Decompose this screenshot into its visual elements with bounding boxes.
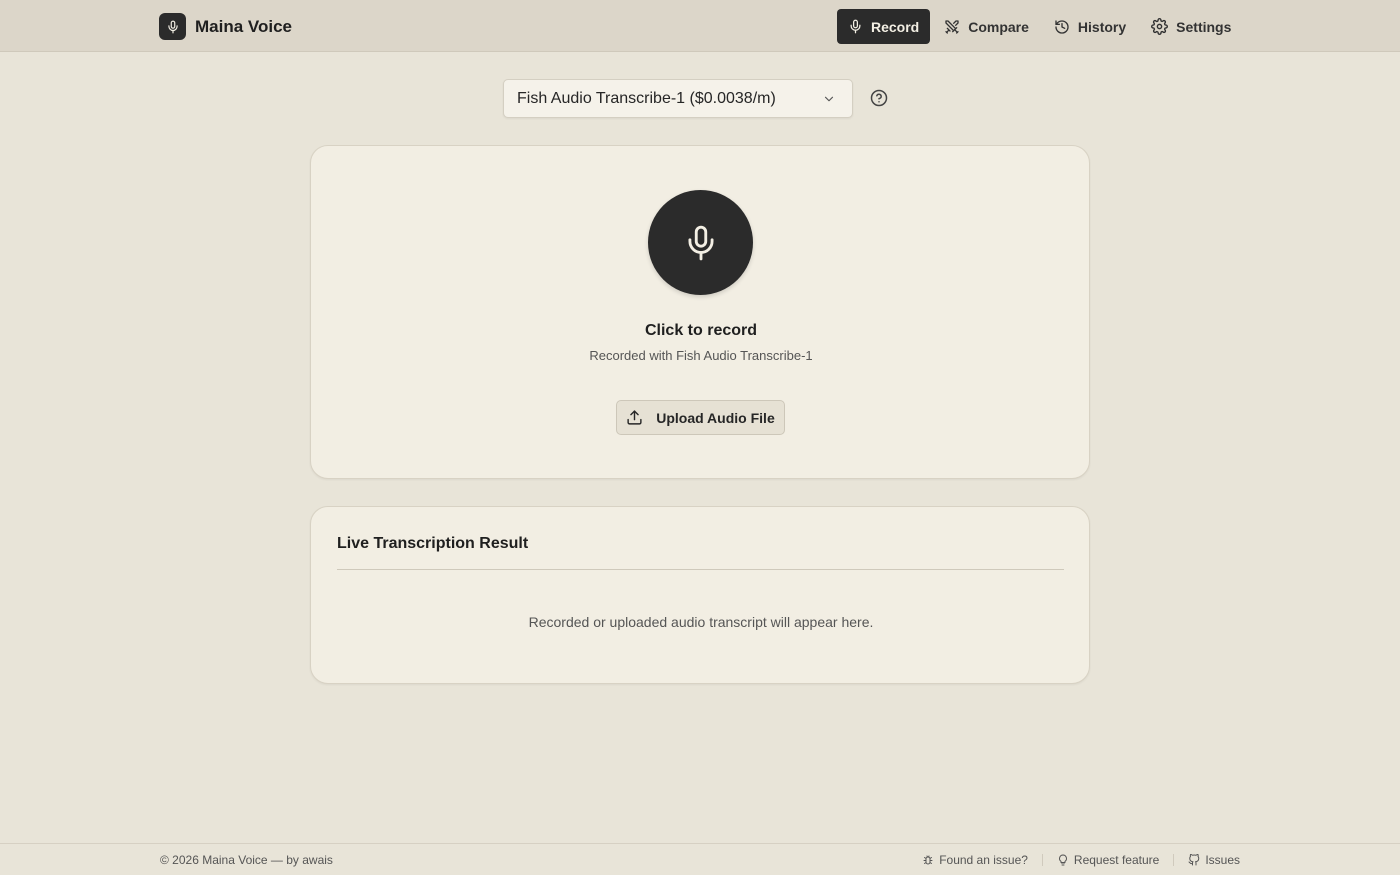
copyright: © 2026 Maina Voice — by awais	[160, 853, 333, 867]
nav-record[interactable]: Record	[837, 9, 931, 44]
swords-icon	[945, 19, 959, 34]
brand-mic-icon	[159, 13, 186, 40]
top-bar: Maina Voice Record Compare History Setti…	[0, 0, 1400, 52]
footer-separator	[1041, 854, 1043, 866]
nav-compare-label: Compare	[968, 18, 1029, 35]
issues-link[interactable]: Issues	[1188, 853, 1240, 867]
footer: © 2026 Maina Voice — by awais Found an i…	[0, 843, 1400, 875]
history-icon	[1055, 19, 1069, 34]
request-feature-label: Request feature	[1073, 853, 1160, 867]
nav-settings-label: Settings	[1176, 18, 1232, 35]
model-select[interactable]: Fish Audio Transcribe-1 ($0.0038/m)	[503, 79, 853, 118]
model-select-value: Fish Audio Transcribe-1 ($0.0038/m)	[517, 89, 776, 107]
nav-history[interactable]: History	[1043, 9, 1137, 44]
found-issue-label: Found an issue?	[939, 853, 1028, 867]
gear-icon	[1151, 18, 1169, 35]
request-feature-link[interactable]: Request feature	[1057, 853, 1159, 867]
upload-audio-button[interactable]: Upload Audio File	[616, 400, 785, 435]
result-placeholder: Recorded or uploaded audio transcript wi…	[528, 614, 874, 630]
lightbulb-icon	[1058, 854, 1067, 866]
mic-icon	[850, 19, 861, 34]
microphone-icon	[687, 225, 714, 260]
brand[interactable]: Maina Voice	[159, 13, 292, 40]
upload-audio-label: Upload Audio File	[656, 409, 775, 426]
issues-label: Issues	[1205, 853, 1240, 867]
chevron-down-icon	[824, 96, 834, 102]
main-nav: Record Compare History Settings	[837, 9, 1245, 44]
help-icon[interactable]	[870, 89, 888, 107]
nav-settings[interactable]: Settings	[1140, 9, 1242, 44]
record-button[interactable]	[648, 190, 753, 295]
upload-icon	[627, 410, 642, 425]
nav-compare[interactable]: Compare	[933, 9, 1040, 44]
github-icon	[1188, 854, 1200, 866]
record-title: Click to record	[644, 322, 758, 339]
result-title: Live Transcription Result	[337, 535, 529, 552]
result-divider	[337, 569, 1064, 570]
footer-separator	[1173, 854, 1175, 866]
record-card: Click to record Recorded with Fish Audio…	[310, 145, 1090, 479]
brand-name: Maina Voice	[195, 16, 292, 36]
footer-links: Found an issue? Request feature Issues	[922, 853, 1240, 867]
result-card: Live Transcription Result Recorded or up…	[310, 506, 1090, 684]
found-issue-link[interactable]: Found an issue?	[922, 853, 1028, 867]
bug-icon	[923, 855, 933, 865]
nav-history-label: History	[1077, 18, 1127, 35]
nav-record-label: Record	[871, 18, 920, 35]
record-subtitle: Recorded with Fish Audio Transcribe-1	[589, 348, 813, 363]
